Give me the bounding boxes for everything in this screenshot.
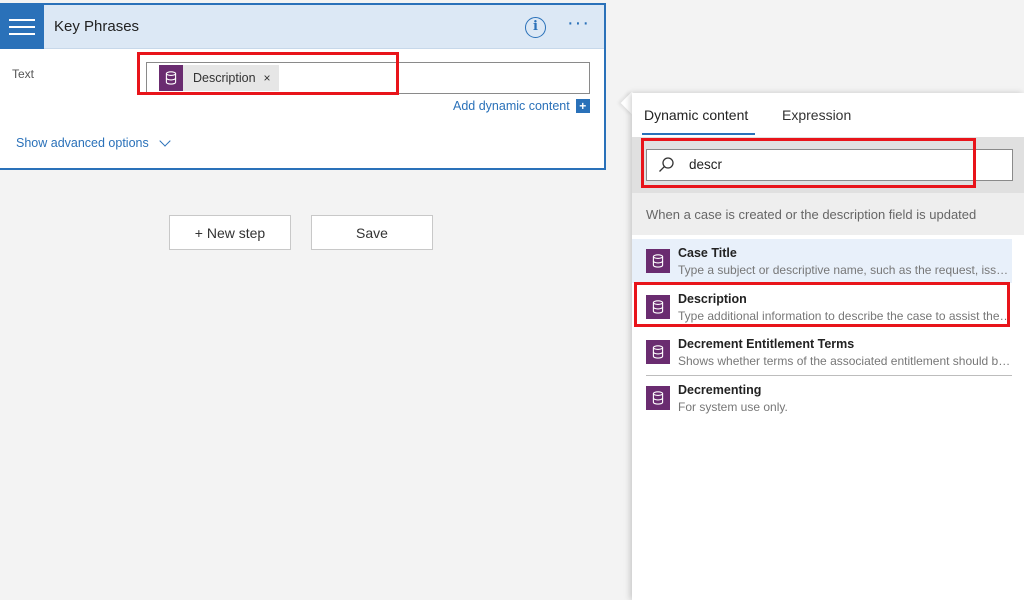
database-icon [646, 340, 670, 364]
database-icon [646, 386, 670, 410]
search-input[interactable]: descr [646, 149, 1013, 181]
token-label: Description [193, 71, 256, 85]
active-tab-indicator [642, 133, 755, 135]
action-card: Key Phrases i ··· Text Description × Add… [0, 3, 606, 170]
show-advanced-options-label: Show advanced options [16, 136, 149, 150]
list-item-description[interactable]: Description Type additional information … [632, 285, 1012, 329]
database-icon [646, 295, 670, 319]
token-remove-icon[interactable]: × [264, 71, 271, 85]
item-description: For system use only. [678, 400, 788, 414]
plus-icon: + [575, 99, 590, 113]
search-area: descr [632, 137, 1024, 193]
search-icon [659, 157, 674, 172]
dynamic-content-panel: Dynamic content Expression descr When a … [632, 93, 1024, 600]
new-step-button[interactable]: + New step [169, 215, 291, 250]
ellipsis-icon[interactable]: ··· [567, 13, 590, 33]
card-header: Key Phrases i ··· [0, 5, 604, 49]
chevron-down-icon [159, 134, 171, 147]
list-item-case-title[interactable]: Case Title Type a subject or descriptive… [632, 239, 1012, 283]
add-dynamic-content-label: Add dynamic content [453, 99, 570, 113]
tab-expression[interactable]: Expression [782, 107, 851, 123]
tab-dynamic-content[interactable]: Dynamic content [644, 107, 748, 123]
list-item-decrement-entitlement-terms[interactable]: Decrement Entitlement Terms Shows whethe… [632, 330, 1012, 376]
text-input[interactable]: Description × [146, 62, 590, 94]
show-advanced-options-link[interactable]: Show advanced options [16, 134, 171, 150]
database-icon [159, 65, 183, 91]
card-title[interactable]: Key Phrases [54, 18, 139, 35]
item-description: Shows whether terms of the associated en… [678, 354, 1012, 368]
search-value: descr [689, 157, 723, 172]
info-icon[interactable]: i [525, 17, 546, 38]
item-description: Type additional information to describe … [678, 309, 1012, 323]
description-token[interactable]: Description × [159, 65, 279, 91]
text-field-label: Text [12, 67, 35, 81]
item-description: Type a subject or descriptive name, such… [678, 263, 1012, 277]
item-title: Decrement Entitlement Terms [678, 337, 855, 351]
hamburger-icon[interactable] [0, 5, 44, 49]
trigger-section-header: When a case is created or the descriptio… [632, 193, 1024, 235]
save-button[interactable]: Save [311, 215, 433, 250]
list-item-decrementing[interactable]: Decrementing For system use only. [632, 376, 1012, 420]
item-title: Description [678, 292, 747, 306]
section-title: When a case is created or the descriptio… [646, 207, 977, 222]
add-dynamic-content-link[interactable]: Add dynamic content + [453, 99, 590, 113]
item-title: Case Title [678, 246, 737, 260]
item-title: Decrementing [678, 383, 762, 397]
database-icon [646, 249, 670, 273]
